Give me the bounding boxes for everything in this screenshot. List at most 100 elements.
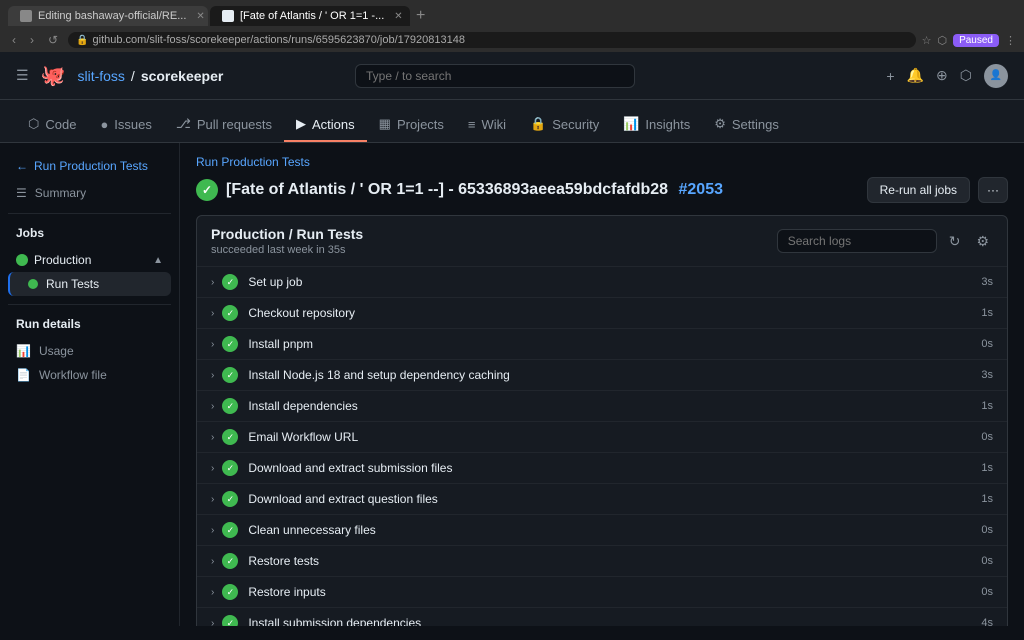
issues-icon: ●	[100, 117, 108, 132]
search-logs-input[interactable]	[777, 229, 937, 253]
bookmark-icon[interactable]: ☆	[922, 34, 932, 47]
browser-tab-2[interactable]: [Fate of Atlantis / ' OR 1=1 -... ✕	[210, 6, 410, 26]
production-status-dot	[16, 254, 28, 266]
avatar[interactable]: 👤	[984, 64, 1008, 88]
rerun-button[interactable]: Re-run all jobs	[867, 177, 970, 203]
nav-code[interactable]: ⬡ Code	[16, 108, 88, 142]
new-item-icon[interactable]: +	[886, 68, 894, 84]
commit-title-block: ✓ [Fate of Atlantis / ' OR 1=1 --] - 653…	[196, 179, 723, 201]
step-row[interactable]: › ✓ Restore tests 0s	[197, 546, 1007, 577]
reload-button[interactable]: ↺	[44, 31, 62, 49]
step-row[interactable]: › ✓ Install submission dependencies 4s	[197, 608, 1007, 626]
notification-icon[interactable]: 🔔	[907, 67, 924, 84]
nav-wiki[interactable]: ≡ Wiki	[456, 108, 518, 142]
address-bar[interactable]: 🔒 github.com/slit-foss/scorekeeper/actio…	[68, 32, 916, 48]
nav-actions[interactable]: ▶ Actions	[284, 108, 367, 142]
extensions-icon[interactable]: ⬡	[937, 34, 947, 47]
step-chevron-7: ›	[211, 494, 214, 505]
copilot-icon[interactable]: ⊕	[936, 67, 948, 84]
sidebar-usage[interactable]: 📊 Usage	[8, 339, 171, 363]
step-chevron-11: ›	[211, 618, 214, 627]
step-row[interactable]: › ✓ Email Workflow URL 0s	[197, 422, 1007, 453]
sidebar-item-summary[interactable]: ☰ Summary	[8, 181, 171, 205]
refresh-logs-button[interactable]: ↻	[945, 229, 965, 254]
search-input[interactable]	[355, 64, 635, 88]
sidebar-subitem-run-tests[interactable]: Run Tests	[8, 272, 171, 296]
nav-pull-requests[interactable]: ⎇ Pull requests	[164, 108, 284, 142]
sidebar-breadcrumb-text: Run Production Tests	[34, 159, 148, 173]
sidebar-group-production: Production ▲ Run Tests	[8, 248, 171, 296]
step-row[interactable]: › ✓ Download and extract submission file…	[197, 453, 1007, 484]
step-name-5: Email Workflow URL	[248, 430, 973, 444]
step-row[interactable]: › ✓ Set up job 3s	[197, 267, 1007, 298]
more-options-button[interactable]: ···	[978, 177, 1008, 203]
menu-icon[interactable]: ⋮	[1005, 34, 1016, 47]
tab-favicon-2	[222, 10, 234, 22]
step-chevron-3: ›	[211, 370, 214, 381]
nav-issues-label: Issues	[114, 117, 152, 132]
nav-wiki-label: Wiki	[482, 117, 507, 132]
nav-insights[interactable]: 📊 Insights	[611, 108, 702, 142]
back-button[interactable]: ‹	[8, 31, 20, 49]
browser-bar: ‹ › ↺ 🔒 github.com/slit-foss/scorekeeper…	[0, 28, 1024, 52]
browser-actions: ☆ ⬡ Paused ⋮	[922, 34, 1016, 47]
nav-security[interactable]: 🔒 Security	[518, 108, 611, 142]
step-row[interactable]: › ✓ Download and extract question files …	[197, 484, 1007, 515]
nav-issues[interactable]: ● Issues	[88, 108, 163, 142]
hamburger-icon[interactable]: ☰	[16, 67, 29, 84]
browser-tabs: Editing bashaway-official/RE... ✕ [Fate …	[0, 0, 1024, 28]
projects-icon: ▦	[379, 116, 391, 132]
forward-button[interactable]: ›	[26, 31, 38, 49]
nav-settings[interactable]: ⚙ Settings	[702, 108, 791, 142]
code-icon: ⬡	[28, 116, 39, 132]
step-row[interactable]: › ✓ Install dependencies 1s	[197, 391, 1007, 422]
step-duration-3: 3s	[973, 369, 993, 381]
step-row[interactable]: › ✓ Install Node.js 18 and setup depende…	[197, 360, 1007, 391]
breadcrumb-user[interactable]: slit-foss	[77, 68, 124, 84]
nav-projects[interactable]: ▦ Projects	[367, 108, 456, 142]
sidebar-summary-label: Summary	[35, 186, 86, 200]
workflow-breadcrumb-link[interactable]: Run Production Tests	[196, 155, 310, 169]
tab-close-2[interactable]: ✕	[394, 11, 402, 22]
address-text: github.com/slit-foss/scorekeeper/actions…	[93, 34, 465, 46]
step-row[interactable]: › ✓ Checkout repository 1s	[197, 298, 1007, 329]
nav-pr-label: Pull requests	[197, 117, 272, 132]
usage-icon: 📊	[16, 344, 31, 358]
back-icon: ←	[16, 159, 28, 173]
step-row[interactable]: › ✓ Clean unnecessary files 0s	[197, 515, 1007, 546]
step-status-icon-7: ✓	[222, 491, 238, 507]
browser-tab-1[interactable]: Editing bashaway-official/RE... ✕	[8, 6, 208, 26]
step-duration-10: 0s	[973, 586, 993, 598]
step-status-icon-6: ✓	[222, 460, 238, 476]
step-name-9: Restore tests	[248, 554, 973, 568]
step-name-6: Download and extract submission files	[248, 461, 973, 475]
sidebar-breadcrumb[interactable]: ← Run Production Tests	[8, 155, 171, 181]
commit-title-main: [Fate of Atlantis / ' OR 1=1 --] - 65336…	[226, 181, 668, 198]
actions-icon: ▶	[296, 116, 306, 132]
plus-icon[interactable]: ⬡	[960, 67, 972, 84]
tab-label-2: [Fate of Atlantis / ' OR 1=1 -...	[240, 10, 384, 22]
step-duration-5: 0s	[973, 431, 993, 443]
step-row[interactable]: › ✓ Install pnpm 0s	[197, 329, 1007, 360]
summary-icon: ☰	[16, 186, 27, 200]
gh-search	[355, 64, 635, 88]
step-name-7: Download and extract question files	[248, 492, 973, 506]
commit-header: ✓ [Fate of Atlantis / ' OR 1=1 --] - 653…	[180, 173, 1024, 215]
step-duration-9: 0s	[973, 555, 993, 567]
step-row[interactable]: › ✓ Restore inputs 0s	[197, 577, 1007, 608]
tab-close-1[interactable]: ✕	[196, 11, 204, 22]
nav-projects-label: Projects	[397, 117, 444, 132]
commit-actions: Re-run all jobs ···	[867, 177, 1008, 203]
settings-logs-button[interactable]: ⚙	[972, 229, 993, 254]
step-status-icon-11: ✓	[222, 615, 238, 626]
nav-settings-label: Settings	[732, 117, 779, 132]
sidebar-workflow-file[interactable]: 📄 Workflow file	[8, 363, 171, 387]
pr-icon: ⎇	[176, 116, 191, 132]
step-name-2: Install pnpm	[248, 337, 973, 351]
github-logo[interactable]: 🐙	[41, 63, 66, 88]
job-title: Production / Run Tests	[211, 226, 363, 242]
lock-icon: 🔒	[76, 35, 88, 46]
new-tab-button[interactable]: +	[416, 7, 425, 25]
sidebar-group-production-header[interactable]: Production ▲	[8, 248, 171, 272]
nav-insights-label: Insights	[645, 117, 690, 132]
